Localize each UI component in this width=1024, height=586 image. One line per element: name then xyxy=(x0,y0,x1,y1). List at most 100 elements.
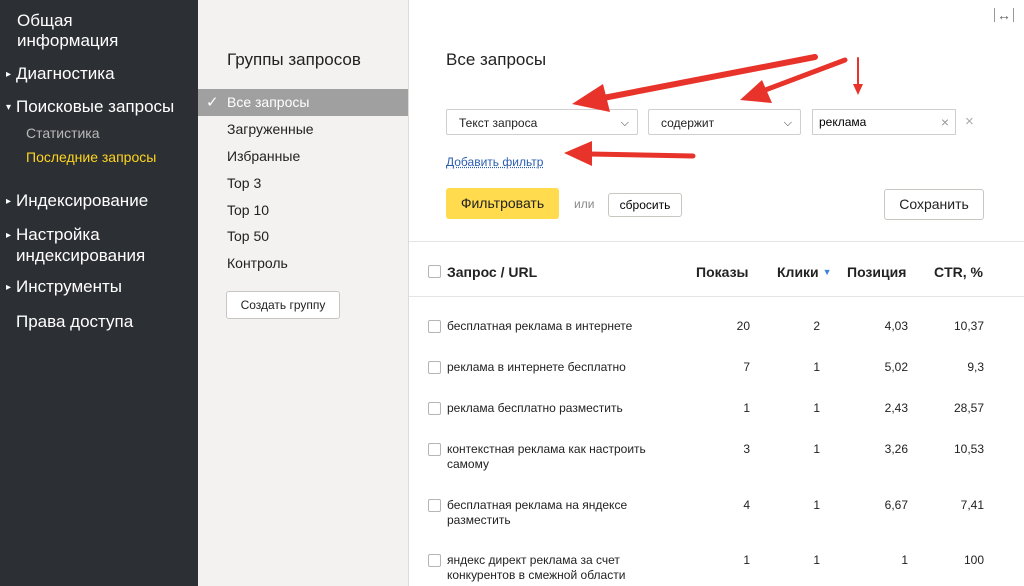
clicks-value: 1 xyxy=(813,553,820,567)
save-button[interactable]: Сохранить xyxy=(884,189,984,220)
column-header-shows[interactable]: Показы xyxy=(696,264,749,280)
query-text[interactable]: реклама в интернете бесплатно xyxy=(447,360,667,375)
group-item-label: Top 3 xyxy=(227,175,262,191)
sidebar-item-general-info[interactable]: Общая информация xyxy=(17,11,118,51)
query-line: контекстная реклама как настроить xyxy=(447,442,646,456)
row-checkbox[interactable] xyxy=(428,361,441,374)
column-header-label: Клики xyxy=(777,264,819,280)
shows-value: 7 xyxy=(743,360,750,374)
ctr-value: 10,37 xyxy=(953,319,984,333)
chevron-right-icon: ▸ xyxy=(6,230,12,241)
sidebar-item-label: Инструменты xyxy=(16,277,123,296)
row-checkbox[interactable] xyxy=(428,554,441,567)
chevron-down-icon: ⌵ xyxy=(783,117,792,129)
query-text[interactable]: контекстная реклама как настроить самому xyxy=(447,442,667,472)
add-filter-link[interactable]: Добавить фильтр xyxy=(446,155,543,169)
position-value: 2,43 xyxy=(884,401,908,415)
chevron-down-icon: ▾ xyxy=(6,102,12,113)
column-header-clicks[interactable]: Клики ▼ xyxy=(777,264,831,280)
row-checkbox[interactable] xyxy=(428,443,441,456)
sidebar-item-search-queries[interactable]: ▾ Поисковые запросы xyxy=(6,97,174,118)
clicks-value: 1 xyxy=(813,401,820,415)
sidebar-item-label-line2: индексирования xyxy=(16,246,146,265)
ctr-value: 28,57 xyxy=(953,401,984,415)
shows-value: 20 xyxy=(736,319,750,333)
sidebar-item-tools[interactable]: ▸ Инструменты xyxy=(6,277,122,298)
chevron-right-icon: ▸ xyxy=(6,69,12,80)
ctr-value: 9,3 xyxy=(967,360,984,374)
group-item-all-queries[interactable]: ✓ Все запросы xyxy=(198,89,408,116)
group-item-label: Загруженные xyxy=(227,121,314,137)
group-item-label: Top 50 xyxy=(227,228,270,244)
filter-operator-select[interactable]: содержит ⌵ xyxy=(648,109,801,135)
filter-value-input[interactable]: реклама × xyxy=(812,109,956,135)
select-all-checkbox[interactable] xyxy=(428,265,441,278)
shows-value: 1 xyxy=(743,553,750,567)
position-value: 4,03 xyxy=(884,319,908,333)
clear-icon[interactable]: × xyxy=(941,110,949,134)
ctr-value: 7,41 xyxy=(960,498,984,512)
reset-button[interactable]: сбросить xyxy=(608,193,682,217)
check-icon: ✓ xyxy=(206,94,219,111)
group-item-favorites[interactable]: Избранные xyxy=(198,143,408,170)
remove-filter-icon[interactable]: × xyxy=(965,113,974,130)
expand-icon[interactable]: ↔ xyxy=(994,8,1014,22)
query-line: яндекс директ реклама за счет xyxy=(447,553,620,567)
clicks-value: 1 xyxy=(813,498,820,512)
ctr-value: 100 xyxy=(963,553,984,567)
query-text[interactable]: яндекс директ реклама за счет конкуренто… xyxy=(447,553,667,583)
filter-field-value: Текст запроса xyxy=(459,116,538,130)
query-text[interactable]: бесплатная реклама на яндексе разместить xyxy=(447,498,667,528)
sidebar-item-diagnostics[interactable]: ▸ Диагностика xyxy=(6,64,115,85)
clicks-value: 1 xyxy=(813,360,820,374)
sidebar-subitem-statistics[interactable]: Статистика xyxy=(26,125,100,141)
sidebar-item-indexing[interactable]: ▸ Индексирование xyxy=(6,191,148,212)
query-line: конкурентов в смежной области xyxy=(447,568,626,582)
group-item-label: Контроль xyxy=(227,255,288,271)
sidebar-item-access-rights[interactable]: Права доступа xyxy=(16,312,133,332)
create-group-button[interactable]: Создать группу xyxy=(226,291,340,319)
query-line: разместить xyxy=(447,513,511,527)
sidebar-item-label: Общая xyxy=(17,11,73,30)
query-text[interactable]: бесплатная реклама в интернете xyxy=(447,319,667,334)
group-item-top3[interactable]: Top 3 xyxy=(198,170,408,197)
column-header-position[interactable]: Позиция xyxy=(847,264,906,280)
filter-field-select[interactable]: Текст запроса ⌵ xyxy=(446,109,638,135)
group-item-label: Избранные xyxy=(227,148,301,164)
group-item-label: Top 10 xyxy=(227,202,270,218)
clicks-value: 2 xyxy=(813,319,820,333)
column-header-ctr[interactable]: CTR, % xyxy=(934,264,983,280)
page-title: Все запросы xyxy=(446,50,547,69)
sidebar-item-label: Диагностика xyxy=(16,64,115,83)
shows-value: 4 xyxy=(743,498,750,512)
sidebar-item-indexing-settings[interactable]: ▸ Настройка индексирования xyxy=(6,225,145,266)
query-line: реклама бесплатно разместить xyxy=(447,401,623,415)
group-item-control[interactable]: Контроль xyxy=(198,250,408,277)
query-line: бесплатная реклама в интернете xyxy=(447,319,633,333)
position-value: 5,02 xyxy=(884,360,908,374)
group-item-loaded[interactable]: Загруженные xyxy=(198,116,408,143)
or-label: или xyxy=(574,197,595,211)
row-checkbox[interactable] xyxy=(428,320,441,333)
query-line: реклама в интернете бесплатно xyxy=(447,360,626,374)
queries-main-panel: ↔ Все запросы Текст запроса ⌵ содержит ⌵… xyxy=(409,0,1024,586)
groups-title: Группы запросов xyxy=(227,50,361,69)
sort-desc-icon: ▼ xyxy=(822,267,832,277)
sidebar-item-label: Права доступа xyxy=(16,312,134,331)
group-item-label: Все запросы xyxy=(227,94,310,110)
column-header-query[interactable]: Запрос / URL xyxy=(447,264,537,280)
group-item-top50[interactable]: Top 50 xyxy=(198,223,408,250)
position-value: 3,26 xyxy=(884,442,908,456)
sidebar-subitem-recent-queries[interactable]: Последние запросы xyxy=(26,149,156,165)
row-checkbox[interactable] xyxy=(428,499,441,512)
sidebar-item-label: Индексирование xyxy=(16,191,149,210)
row-checkbox[interactable] xyxy=(428,402,441,415)
filter-button[interactable]: Фильтровать xyxy=(446,188,559,219)
query-text[interactable]: реклама бесплатно разместить xyxy=(447,401,667,416)
filter-operator-value: содержит xyxy=(661,116,715,130)
position-value: 1 xyxy=(901,553,908,567)
chevron-right-icon: ▸ xyxy=(6,282,12,293)
chevron-down-icon: ⌵ xyxy=(620,117,629,129)
position-value: 6,67 xyxy=(884,498,908,512)
group-item-top10[interactable]: Top 10 xyxy=(198,197,408,224)
